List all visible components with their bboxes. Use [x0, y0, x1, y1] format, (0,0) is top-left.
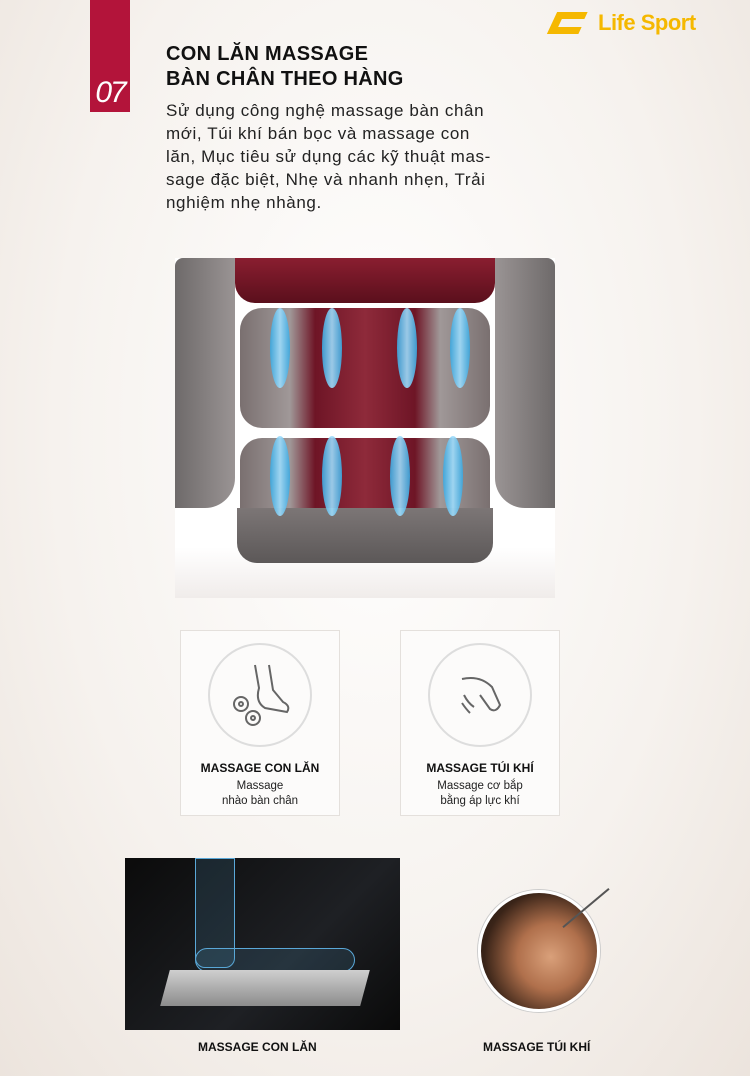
feature-desc: Massage — [236, 780, 284, 792]
section-number: 07 — [95, 76, 126, 109]
foot-roller-icon — [208, 643, 312, 747]
description-line: Sử dụng công nghệ massage bàn chân — [166, 101, 485, 120]
feature-desc: nhào bàn chân — [221, 795, 299, 807]
title-line: BÀN CHÂN THEO HÀNG — [166, 68, 404, 90]
page-title: CON LĂN MASSAGE BÀN CHÂN THEO HÀNG — [166, 42, 404, 92]
feature-desc: bằng áp lực khí — [440, 795, 520, 807]
hand-air-icon — [428, 643, 532, 747]
feature-card-roller: MASSAGE CON LĂN Massage nhào bàn chân — [180, 630, 340, 816]
description-line: nghiệm nhẹ nhàng. — [166, 193, 322, 212]
feature-title: MASSAGE CON LĂN — [200, 761, 320, 775]
air-massage-photo — [478, 890, 600, 1012]
description-line: lăn, Mục tiêu sử dụng các kỹ thuật mas- — [166, 147, 491, 166]
feature-desc: Massage cơ bắp — [437, 780, 523, 792]
logo-mark-icon — [546, 12, 592, 34]
description: Sử dụng công nghệ massage bàn chân mới, … — [166, 99, 566, 214]
roller-caption: MASSAGE CON LĂN — [198, 1040, 317, 1054]
title-line: CON LĂN MASSAGE — [166, 43, 369, 65]
feature-card-airbag: MASSAGE TÚI KHÍ Massage cơ bắp bằng áp lự… — [400, 630, 560, 816]
airbag-caption: MASSAGE TÚI KHÍ — [483, 1040, 591, 1054]
brand-name: Life Sport — [598, 10, 696, 35]
description-line: sage đặc biệt, Nhẹ và nhanh nhẹn, Trải — [166, 170, 486, 189]
massage-chair-photo — [175, 258, 555, 598]
description-line: mới, Túi khí bán bọc và massage con — [166, 124, 470, 143]
foot-roller-photo — [125, 858, 400, 1030]
brand-logo: Life Sport — [546, 10, 696, 36]
feature-title: MASSAGE TÚI KHÍ — [426, 761, 534, 775]
